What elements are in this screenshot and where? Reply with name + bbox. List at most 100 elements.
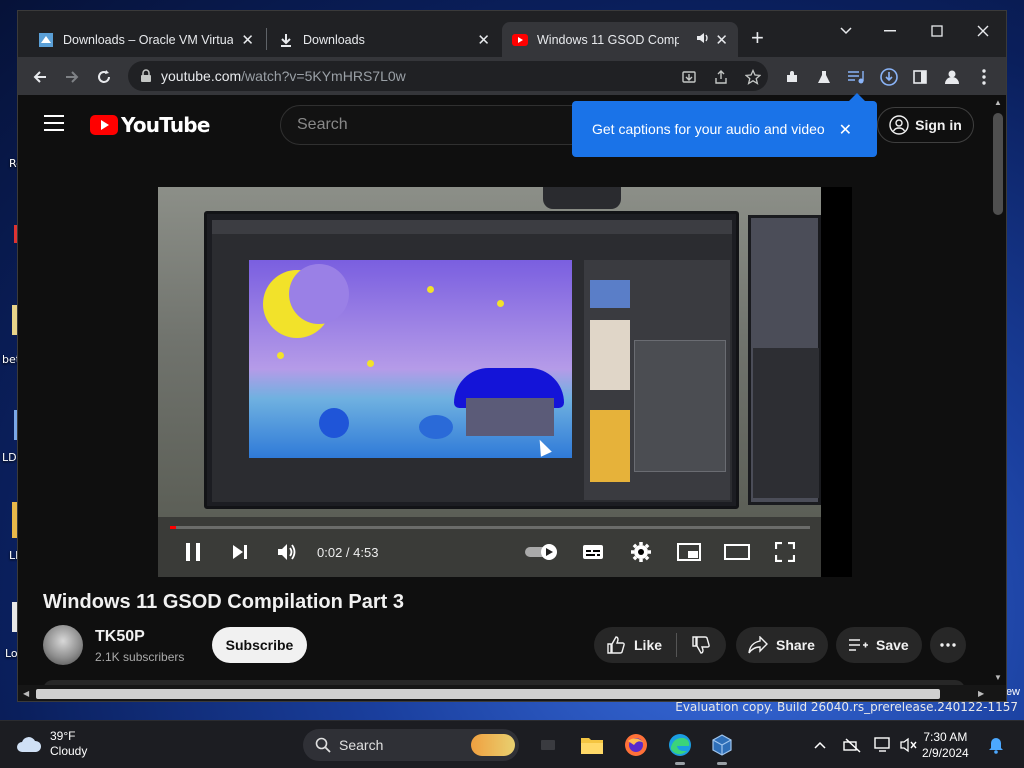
- bookmark-star-icon[interactable]: [744, 68, 762, 86]
- video-player[interactable]: 0:02 / 4:53: [158, 187, 852, 577]
- labs-icon[interactable]: [814, 67, 834, 87]
- search-highlight-image: [471, 734, 515, 756]
- dislike-button[interactable]: [677, 627, 725, 663]
- close-icon[interactable]: ✕: [477, 31, 490, 49]
- tab-youtube[interactable]: Windows 11 GSOD Compilation Part 3 ✕: [502, 22, 738, 57]
- subscribe-button[interactable]: Subscribe: [212, 627, 307, 663]
- subscriber-count: 2.1K subscribers: [95, 650, 185, 664]
- miniplayer-button[interactable]: [676, 539, 702, 565]
- forward-button[interactable]: [58, 63, 86, 91]
- video-title: Windows 11 GSOD Compilation Part 3: [43, 591, 404, 613]
- captions-tooltip: Get captions for your audio and video ✕: [572, 93, 877, 157]
- file-explorer-icon[interactable]: [578, 731, 606, 759]
- back-button[interactable]: [26, 63, 54, 91]
- notification-bell-icon[interactable]: [986, 735, 1006, 755]
- fullscreen-button[interactable]: [772, 539, 798, 565]
- clock-time: 7:30 AM: [923, 730, 968, 744]
- hamburger-menu-icon[interactable]: [44, 115, 64, 131]
- scroll-down-arrow-icon[interactable]: ▼: [994, 673, 1002, 682]
- close-icon[interactable]: ✕: [839, 120, 852, 140]
- profile-icon[interactable]: [942, 67, 962, 87]
- close-icon[interactable]: ✕: [715, 31, 728, 49]
- autoplay-toggle[interactable]: [524, 539, 560, 565]
- search-placeholder: Search: [297, 116, 348, 133]
- menu-kebab-icon[interactable]: [974, 67, 994, 87]
- webcam-shape: [543, 187, 621, 209]
- task-view-icon[interactable]: [534, 731, 562, 759]
- reload-button[interactable]: [90, 63, 118, 91]
- save-button[interactable]: Save: [836, 627, 922, 663]
- scroll-right-arrow-icon[interactable]: ▶: [978, 689, 984, 698]
- more-horizontal-icon: [940, 643, 956, 647]
- like-button[interactable]: Like: [594, 627, 676, 663]
- download-icon: [278, 32, 294, 48]
- scrollbar-thumb[interactable]: [993, 113, 1003, 215]
- captions-tooltip-text: Get captions for your audio and video: [592, 121, 825, 137]
- settings-gear-icon[interactable]: [628, 539, 654, 565]
- tab-downloads[interactable]: Downloads ✕: [268, 22, 500, 57]
- network-disconnected-icon[interactable]: [842, 735, 862, 755]
- pause-button[interactable]: [180, 539, 206, 565]
- horizontal-scrollbar[interactable]: ◀ ▶: [18, 685, 1006, 701]
- tab-virtualbox[interactable]: Downloads – Oracle VM VirtualBox ✕: [28, 22, 264, 57]
- edge-icon[interactable]: [666, 731, 694, 765]
- share-button[interactable]: Share: [736, 627, 828, 663]
- install-icon[interactable]: [680, 68, 698, 86]
- volume-button[interactable]: [274, 539, 300, 565]
- scroll-left-arrow-icon[interactable]: ◀: [23, 689, 29, 698]
- monitor-network-icon[interactable]: [873, 735, 893, 755]
- inner-side-panel: [584, 260, 730, 500]
- tune-icon[interactable]: [140, 69, 152, 83]
- taskbar-search[interactable]: Search: [303, 729, 519, 761]
- video-frame[interactable]: [158, 187, 821, 577]
- address-bar[interactable]: youtube.com/watch?v=5KYmHRS7L0w: [128, 61, 768, 91]
- youtube-play-icon: [90, 115, 118, 135]
- tab-search-icon[interactable]: [826, 16, 866, 46]
- vertical-scrollbar[interactable]: ▲ ▼: [989, 95, 1006, 685]
- channel-name[interactable]: TK50P: [95, 628, 145, 646]
- thumbs-up-icon: [607, 636, 625, 654]
- url-path: /watch?v=5KYmHRS7L0w: [241, 68, 406, 84]
- new-tab-button[interactable]: +: [751, 25, 764, 51]
- temperature: 39°F: [50, 729, 76, 743]
- star-shape: [277, 352, 284, 359]
- next-button[interactable]: [227, 539, 253, 565]
- desktop-label[interactable]: Lo: [5, 647, 18, 660]
- theater-mode-button[interactable]: [724, 539, 750, 565]
- house-shape: [454, 368, 564, 438]
- tab-strip: Downloads – Oracle VM VirtualBox ✕ Downl…: [18, 11, 1006, 57]
- channel-avatar[interactable]: [43, 625, 83, 665]
- like-label: Like: [634, 637, 663, 653]
- desktop-label[interactable]: ew: [1006, 686, 1020, 698]
- firefox-icon[interactable]: [622, 731, 650, 759]
- speaker-icon[interactable]: [696, 32, 710, 47]
- downloads-icon[interactable]: [879, 67, 899, 87]
- media-controls-icon[interactable]: [846, 67, 866, 87]
- weather-widget[interactable]: 39°F Cloudy: [16, 729, 87, 759]
- star-shape: [367, 360, 374, 367]
- more-actions-button[interactable]: [930, 627, 966, 663]
- subtitles-button[interactable]: [580, 539, 606, 565]
- side-panel-icon[interactable]: [910, 67, 930, 87]
- close-icon[interactable]: ✕: [241, 31, 254, 49]
- share-label: Share: [776, 637, 815, 653]
- progress-bar[interactable]: [170, 526, 810, 529]
- system-clock[interactable]: 7:30 AM 2/9/2024: [922, 729, 969, 761]
- extensions-icon[interactable]: [782, 67, 802, 87]
- search-input[interactable]: Search: [280, 105, 580, 145]
- video-monitor-image: [204, 211, 739, 509]
- close-window-button[interactable]: [963, 16, 1003, 46]
- minimize-button[interactable]: [870, 16, 910, 46]
- scroll-up-arrow-icon[interactable]: ▲: [994, 98, 1002, 107]
- inner-cartoon-video: [249, 260, 572, 458]
- progress-fill: [170, 526, 176, 529]
- tab-title: Windows 11 GSOD Compilation Part 3: [537, 32, 679, 47]
- sign-in-button[interactable]: Sign in: [877, 107, 974, 143]
- volume-muted-icon[interactable]: [899, 735, 919, 755]
- show-hidden-icons-chevron-icon[interactable]: [810, 735, 830, 755]
- youtube-logo[interactable]: YouTube: [90, 113, 210, 137]
- maximize-button[interactable]: [917, 16, 957, 46]
- share-icon[interactable]: [712, 68, 730, 86]
- virtualbox-app-icon[interactable]: [708, 731, 736, 765]
- scrollbar-thumb[interactable]: [36, 689, 940, 699]
